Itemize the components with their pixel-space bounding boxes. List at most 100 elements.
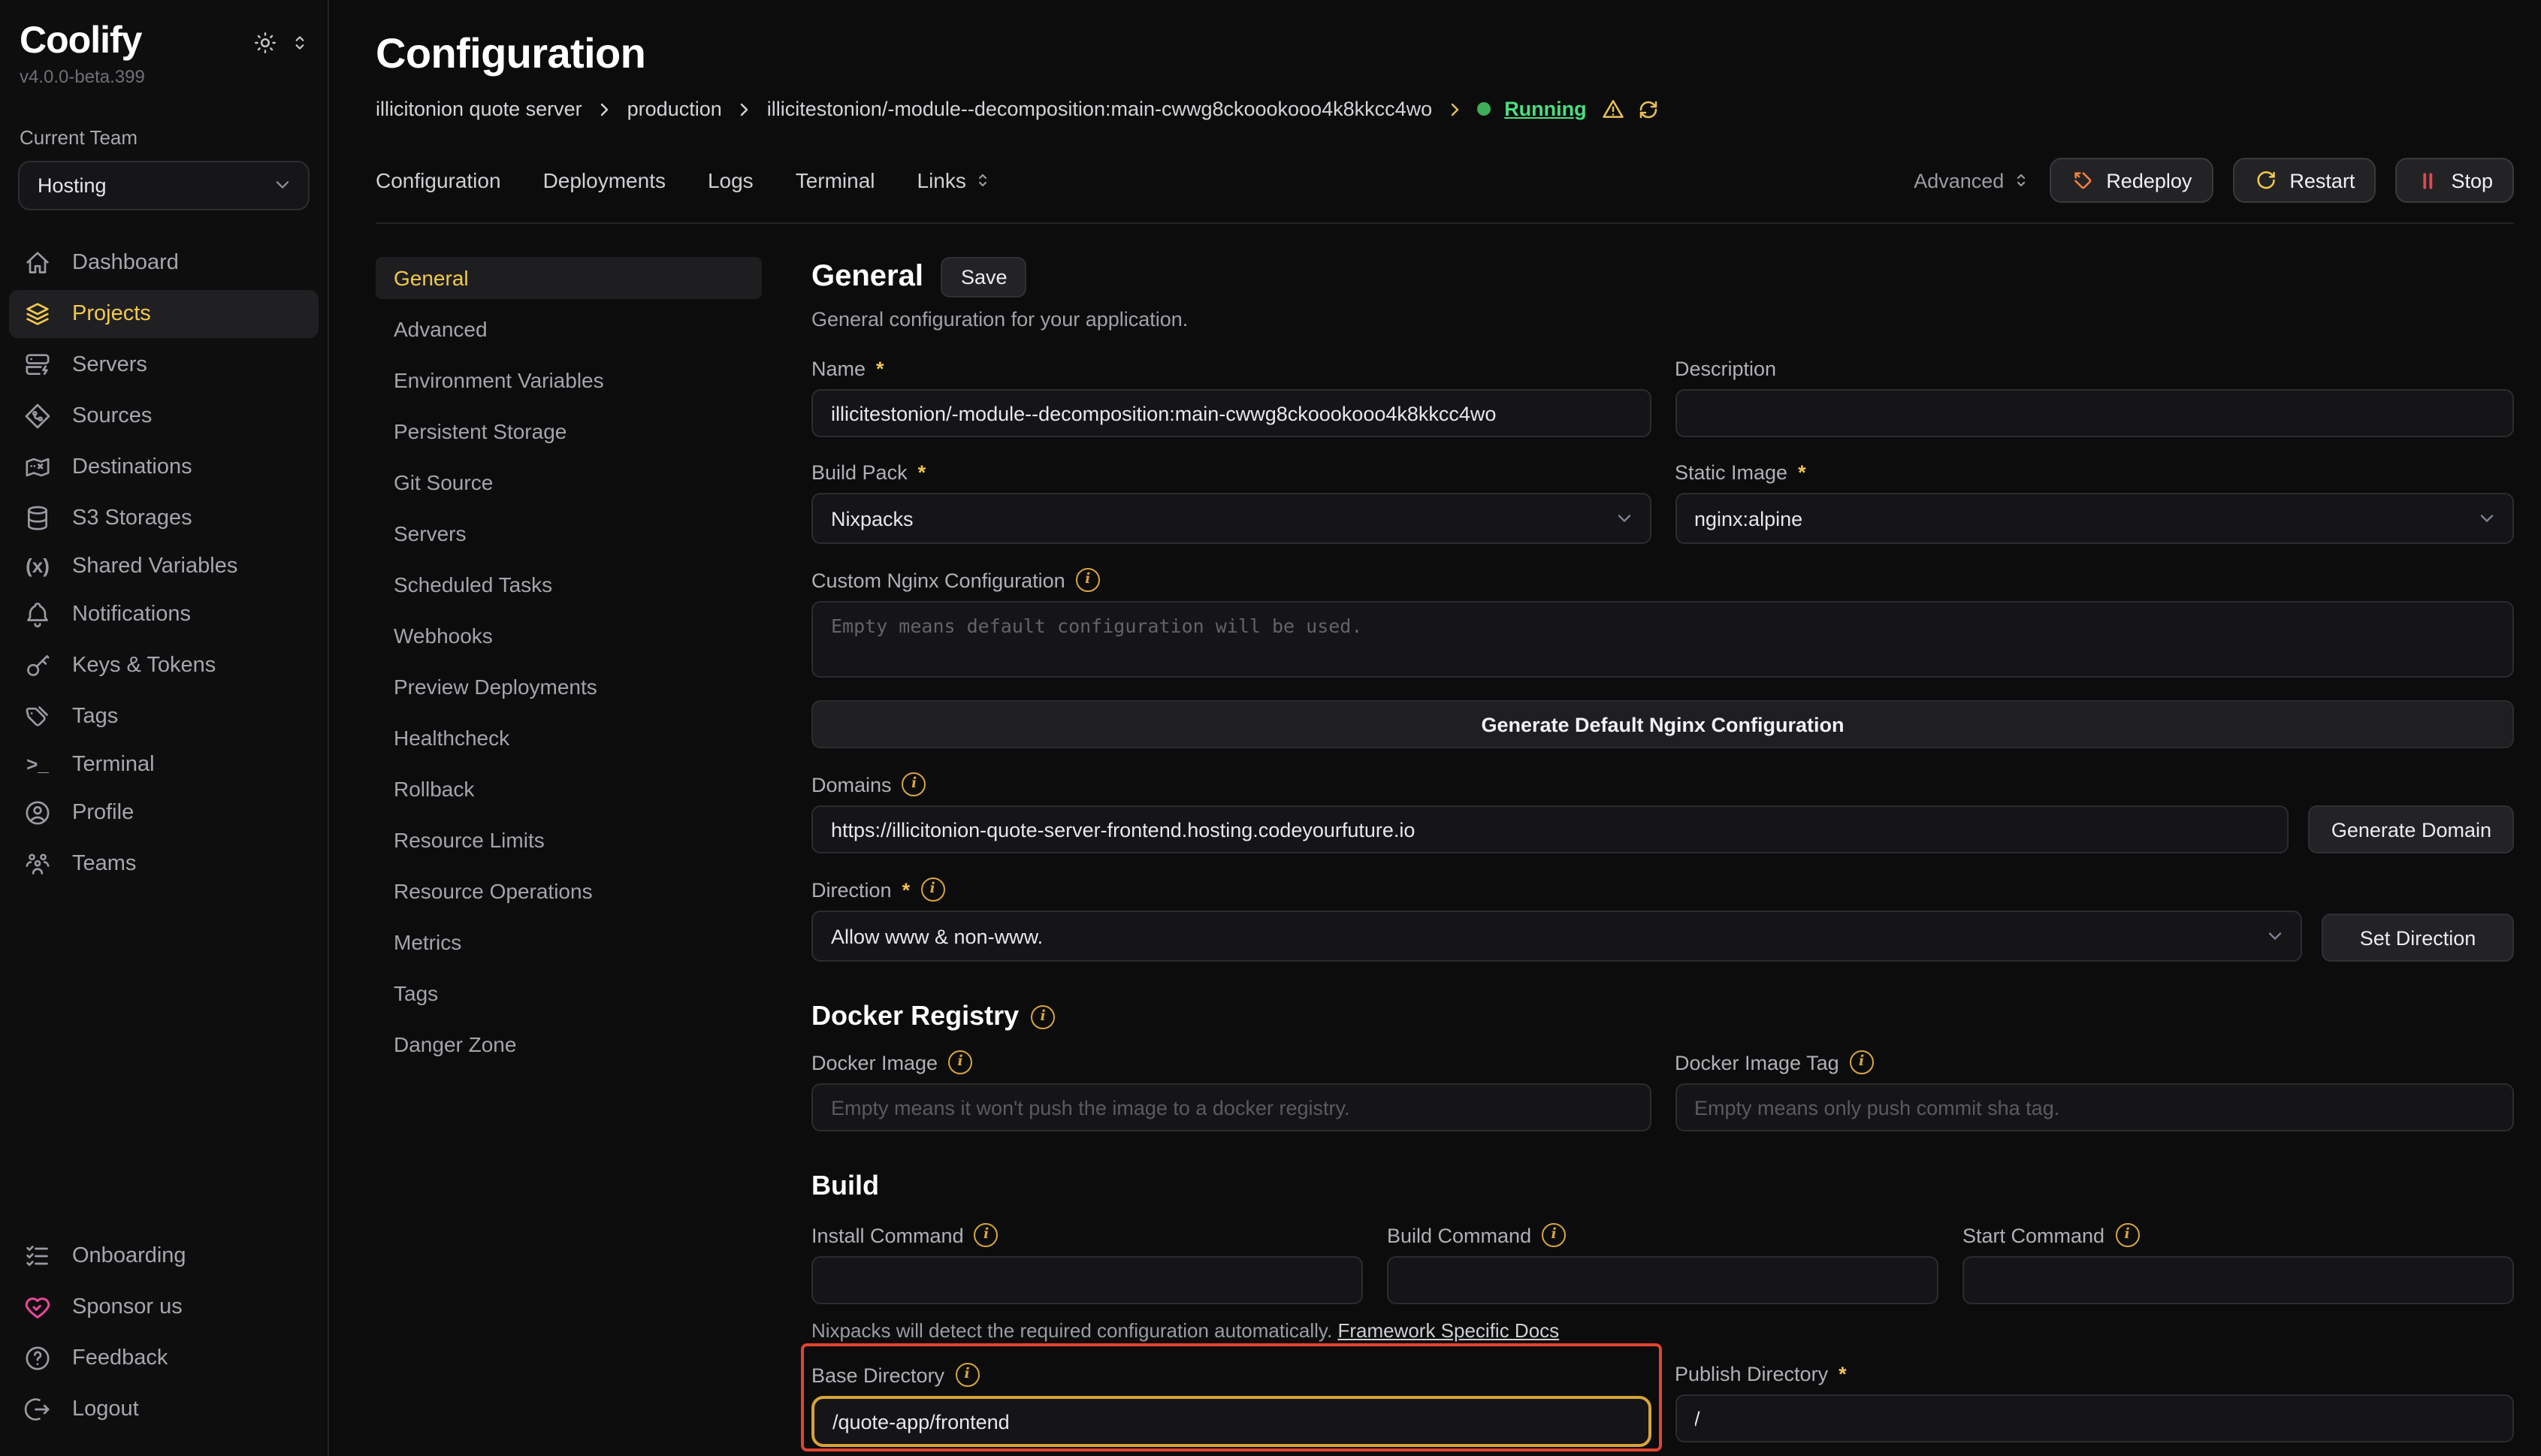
stop-label: Stop xyxy=(2451,169,2493,192)
description-label: Description xyxy=(1675,358,1776,380)
framework-docs-link[interactable]: Framework Specific Docs xyxy=(1337,1319,1559,1342)
subnav-healthcheck[interactable]: Healthcheck xyxy=(376,717,762,759)
generate-nginx-button[interactable]: Generate Default Nginx Configuration xyxy=(811,700,2514,748)
nginx-config-textarea[interactable] xyxy=(811,601,2514,678)
build-pack-select[interactable]: Nixpacks xyxy=(811,493,1651,544)
advanced-label: Advanced xyxy=(1914,169,2004,192)
subnav-webhooks[interactable]: Webhooks xyxy=(376,615,762,657)
build-command-input[interactable] xyxy=(1387,1256,1938,1304)
info-icon[interactable]: i xyxy=(1076,568,1100,592)
save-button[interactable]: Save xyxy=(941,257,1027,298)
theme-sun-icon[interactable] xyxy=(252,30,278,56)
docker-image-input[interactable] xyxy=(811,1083,1651,1131)
tab-logs[interactable]: Logs xyxy=(708,168,754,192)
domains-input[interactable] xyxy=(811,805,2289,853)
sidebar-item-sources[interactable]: Sources xyxy=(9,391,319,440)
brand-logo[interactable]: Coolify xyxy=(20,21,141,62)
subnav-advanced[interactable]: Advanced xyxy=(376,308,762,350)
sidebar-item-keys-tokens[interactable]: Keys & Tokens xyxy=(9,641,319,689)
sidebar-item-sponsor[interactable]: Sponsor us xyxy=(9,1283,319,1331)
info-icon[interactable]: i xyxy=(948,1050,972,1074)
breadcrumb-environment[interactable]: production xyxy=(627,98,722,120)
info-icon[interactable]: i xyxy=(902,772,926,796)
publish-directory-input[interactable] xyxy=(1675,1394,2514,1442)
tab-configuration[interactable]: Configuration xyxy=(376,168,501,192)
sidebar-item-onboarding[interactable]: Onboarding xyxy=(9,1232,319,1280)
chevron-right-icon xyxy=(596,100,614,118)
required-marker: * xyxy=(902,878,911,901)
info-icon[interactable]: i xyxy=(2115,1223,2139,1247)
sidebar-item-label: Keys & Tokens xyxy=(72,653,216,677)
restart-button[interactable]: Restart xyxy=(2232,158,2376,203)
info-icon[interactable]: i xyxy=(955,1363,979,1387)
base-directory-input[interactable] xyxy=(811,1396,1651,1447)
sidebar-item-profile[interactable]: Profile xyxy=(9,788,319,836)
section-title: General xyxy=(811,260,923,295)
subnav-git-source[interactable]: Git Source xyxy=(376,461,762,503)
subnav-resource-limits[interactable]: Resource Limits xyxy=(376,819,762,861)
sidebar-item-tags[interactable]: Tags xyxy=(9,692,319,740)
sidebar-item-destinations[interactable]: Destinations xyxy=(9,443,319,491)
breadcrumb-application[interactable]: illicitestonion/-module--decomposition:m… xyxy=(767,98,1432,120)
subnav-environment-variables[interactable]: Environment Variables xyxy=(376,359,762,401)
refresh-icon[interactable] xyxy=(1636,97,1660,121)
sidebar-item-label: Tags xyxy=(72,704,118,728)
sidebar-item-terminal[interactable]: >_ Terminal xyxy=(9,743,319,785)
sidebar-item-teams[interactable]: Teams xyxy=(9,839,319,887)
subnav-tags[interactable]: Tags xyxy=(376,972,762,1014)
install-command-label: Install Command xyxy=(811,1224,964,1246)
tab-links[interactable]: Links xyxy=(917,168,992,192)
docker-image-label: Docker Image xyxy=(811,1051,938,1074)
tab-terminal[interactable]: Terminal xyxy=(796,168,875,192)
info-icon[interactable]: i xyxy=(1031,1004,1055,1029)
sidebar-item-notifications[interactable]: Notifications xyxy=(9,590,319,638)
subnav-metrics[interactable]: Metrics xyxy=(376,921,762,963)
subnav-resource-operations[interactable]: Resource Operations xyxy=(376,870,762,912)
sidebar-item-shared-variables[interactable]: (x) Shared Variables xyxy=(9,545,319,587)
theme-selector-icon[interactable] xyxy=(290,33,310,53)
build-section-title: Build xyxy=(811,1171,879,1202)
sidebar-item-servers[interactable]: Servers xyxy=(9,340,319,388)
team-select[interactable]: Hosting xyxy=(18,160,310,210)
subnav-general[interactable]: General xyxy=(376,257,762,299)
subnav-servers[interactable]: Servers xyxy=(376,512,762,554)
subnav-persistent-storage[interactable]: Persistent Storage xyxy=(376,410,762,452)
info-icon[interactable]: i xyxy=(1542,1223,1566,1247)
subnav-danger-zone[interactable]: Danger Zone xyxy=(376,1023,762,1065)
start-command-input[interactable] xyxy=(1962,1256,2514,1304)
breadcrumb-project[interactable]: illicitonion quote server xyxy=(376,98,582,120)
subnav-preview-deployments[interactable]: Preview Deployments xyxy=(376,666,762,708)
subnav-rollback[interactable]: Rollback xyxy=(376,768,762,810)
redeploy-button[interactable]: Redeploy xyxy=(2049,158,2213,203)
info-icon[interactable]: i xyxy=(974,1223,999,1247)
name-input[interactable] xyxy=(811,389,1651,437)
generate-domain-button[interactable]: Generate Domain xyxy=(2309,805,2514,853)
direction-select[interactable]: Allow www & non-www. xyxy=(811,911,2302,962)
sidebar-item-logout[interactable]: Logout xyxy=(9,1385,319,1433)
sidebar-item-projects[interactable]: Projects xyxy=(9,289,319,337)
subnav-scheduled-tasks[interactable]: Scheduled Tasks xyxy=(376,563,762,606)
status-link[interactable]: Running xyxy=(1504,98,1586,120)
tab-deployments[interactable]: Deployments xyxy=(543,168,666,192)
warning-icon[interactable] xyxy=(1600,96,1626,122)
page-title: Configuration xyxy=(376,30,2514,78)
build-pack-value: Nixpacks xyxy=(831,507,914,530)
docker-tag-input[interactable] xyxy=(1675,1083,2514,1131)
stop-icon xyxy=(2416,169,2439,192)
stop-button[interactable]: Stop xyxy=(2395,158,2514,203)
sidebar-item-feedback[interactable]: Feedback xyxy=(9,1334,319,1382)
install-command-input[interactable] xyxy=(811,1256,1363,1304)
sidebar-item-label: Shared Variables xyxy=(72,554,237,578)
info-icon[interactable]: i xyxy=(1850,1050,1874,1074)
tab-links-label: Links xyxy=(917,168,966,192)
bell-icon xyxy=(23,599,53,629)
description-input[interactable] xyxy=(1675,389,2514,437)
sidebar-item-label: Teams xyxy=(72,851,136,875)
info-icon[interactable]: i xyxy=(920,878,944,902)
static-image-select[interactable]: nginx:alpine xyxy=(1675,493,2514,544)
advanced-dropdown[interactable]: Advanced xyxy=(1914,169,2029,192)
set-direction-button[interactable]: Set Direction xyxy=(2322,914,2514,962)
sidebar-item-dashboard[interactable]: Dashboard xyxy=(9,238,319,286)
sidebar-item-label: Servers xyxy=(72,352,147,376)
sidebar-item-s3-storages[interactable]: S3 Storages xyxy=(9,494,319,542)
